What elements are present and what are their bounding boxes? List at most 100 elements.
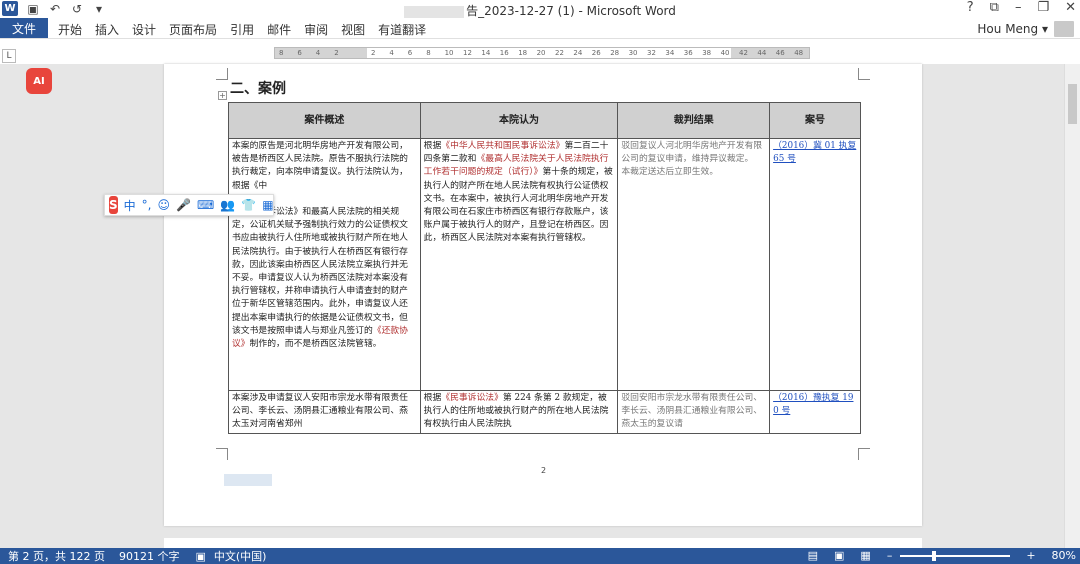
ruler-tick-label: 32: [647, 49, 656, 57]
microphone-icon[interactable]: 🎤: [176, 198, 191, 212]
case-summary-cell[interactable]: 本案的原告是河北明华房地产开发有限公司，被告是桥西区人民法院。原告不服执行法院的…: [228, 138, 421, 391]
crop-mark: [216, 448, 228, 460]
ribbon-display-options-icon[interactable]: ⧉: [990, 0, 999, 15]
window-title: 告_2023-12-27 (1) - Microsoft Word: [0, 2, 1080, 19]
scrollbar-thumb[interactable]: [1068, 84, 1077, 124]
case-number-cell[interactable]: （2016）豫执复 190 号: [769, 390, 861, 434]
punctuation-toggle[interactable]: °,: [142, 198, 152, 212]
ruler-tick-label: 4: [315, 49, 321, 57]
skin-icon[interactable]: 👕: [241, 198, 256, 212]
tab-youdao-translate[interactable]: 有道翻译: [378, 21, 426, 38]
result-text: 驳回复议人河北明华房地产开发有限公司的复议申请，维持异议裁定。: [621, 141, 763, 165]
ai-assistant-icon[interactable]: AI: [26, 68, 52, 94]
page-count[interactable]: 第 2 页，共 122 页: [8, 548, 105, 564]
help-button[interactable]: ?: [967, 0, 974, 15]
ribbon-tab-list: 开始 插入 设计 页面布局 引用 邮件 审阅 视图 有道翻译: [58, 21, 439, 38]
language-indicator[interactable]: 中文(中国): [214, 548, 267, 564]
ruler-tick-label: 36: [683, 49, 693, 57]
print-layout-icon[interactable]: ▣: [834, 549, 844, 562]
ruler-tick-label: 8: [426, 49, 431, 57]
keyboard-icon[interactable]: ⌨: [197, 198, 214, 212]
column-header[interactable]: 裁判结果: [617, 102, 771, 139]
zoom-out-button[interactable]: –: [887, 549, 893, 562]
zoom-slider-knob[interactable]: [932, 550, 937, 561]
proofing-icon[interactable]: ▣: [195, 550, 205, 563]
zoom-in-button[interactable]: +: [1026, 549, 1035, 562]
tab-insert[interactable]: 插入: [95, 21, 119, 38]
ruler-tick-label: 12: [463, 49, 472, 57]
tab-view[interactable]: 视图: [341, 21, 365, 38]
ruler-tick-label: 16: [499, 49, 509, 57]
user-group-icon[interactable]: 👥: [220, 198, 235, 212]
judgment-result-cell[interactable]: 驳回复议人河北明华房地产开发有限公司的复议申请，维持异议裁定。本裁定送达后立即生…: [617, 138, 771, 391]
table-move-handle[interactable]: +: [218, 91, 227, 100]
window-controls: ? ⧉ – ❐ ✕: [967, 0, 1076, 15]
avatar[interactable]: [1054, 21, 1074, 37]
statute-reference: 《民事诉讼法》: [441, 393, 503, 403]
tab-references[interactable]: 引用: [230, 21, 254, 38]
column-header[interactable]: 案件概述: [228, 102, 421, 139]
table-header-row: 案件概述 本院认为 裁判结果 案号: [228, 102, 861, 139]
tab-file[interactable]: 文件: [0, 18, 48, 38]
ruler-tick-label: 28: [610, 49, 620, 57]
horizontal-ruler[interactable]: 8 6 4 2 2 4 6 8 10 12 14 16 18 20 22 24 26 28 30 32 34 36 38 40…: [274, 47, 810, 59]
ruler-tick-label: 40: [720, 49, 730, 57]
column-header[interactable]: 本院认为: [419, 102, 619, 139]
judgment-result-cell[interactable]: 驳回安阳市宗龙水带有限责任公司、李长云、汤阴县汇通粮业有限公司、燕太玉的复议请: [617, 390, 771, 434]
case-summary-cell[interactable]: 本案涉及申请复议人安阳市宗龙水带有限责任公司、李长云、汤阴县汇通粮业有限公司、燕…: [228, 390, 421, 434]
crop-mark: [858, 68, 870, 80]
close-button[interactable]: ✕: [1065, 0, 1076, 15]
ruler-tick-label: 22: [555, 49, 564, 57]
table-row: 本案的原告是河北明华房地产开发有限公司，被告是桥西区人民法院。原告不服执行法院的…: [228, 138, 861, 391]
tab-selector-button[interactable]: L: [2, 49, 16, 63]
user-account[interactable]: Hou Meng ▾: [977, 21, 1074, 37]
court-opinion-cell[interactable]: 根据《民事诉讼法》第 224 条第 2 款规定，被执行人的住所地或被执行财产的所…: [419, 390, 619, 434]
case-summary-text: 本案涉及申请复议人安阳市宗龙水带有限责任公司、李长云、汤阴县汇通粮业有限公司、燕…: [232, 393, 408, 430]
court-opinion-cell[interactable]: 根据《中华人民共和国民事诉讼法》第二百二十四条第二款和《最高人民法院关于人民法院…: [419, 138, 619, 391]
redacted-region: [224, 474, 272, 486]
ruler-tick-label: 38: [702, 49, 712, 57]
ruler-left-margin: [275, 48, 367, 58]
ruler-tick-label: 8: [279, 49, 284, 57]
minimize-button[interactable]: –: [1015, 0, 1022, 15]
case-number-link[interactable]: （2016）冀 01 执复 65 号: [773, 141, 856, 164]
case-number-link[interactable]: （2016）豫执复 190 号: [773, 393, 853, 416]
status-right: ▤ ▣ ▦ – + 80%: [800, 549, 1076, 562]
ruler-tick-label: 6: [407, 49, 413, 57]
toolbox-icon[interactable]: ▦: [262, 198, 273, 212]
document-title: 告_2023-12-27 (1) - Microsoft Word: [466, 4, 676, 18]
vertical-scrollbar[interactable]: [1064, 64, 1080, 548]
ruler-tick-label: 14: [481, 49, 491, 57]
case-number-cell[interactable]: （2016）冀 01 执复 65 号: [769, 138, 861, 391]
zoom-slider[interactable]: [900, 550, 1011, 561]
ruler-tick-label: 18: [518, 49, 528, 57]
ruler-tick-label: 34: [665, 49, 675, 57]
emoji-icon[interactable]: ☺: [158, 198, 171, 212]
column-header[interactable]: 案号: [769, 102, 861, 139]
ime-toolbar[interactable]: S 中 °, ☺ 🎤 ⌨ 👥 👕 ▦: [104, 194, 274, 216]
page-number: 2: [541, 466, 547, 475]
ruler-tick-label: 10: [444, 49, 454, 57]
tab-home[interactable]: 开始: [58, 21, 82, 38]
read-mode-icon[interactable]: ▤: [808, 549, 818, 562]
tab-mailings[interactable]: 邮件: [267, 21, 291, 38]
restore-button[interactable]: ❐: [1037, 0, 1049, 15]
sogou-logo-icon[interactable]: S: [109, 196, 118, 214]
ribbon-tabs: 文件 开始 插入 设计 页面布局 引用 邮件 审阅 视图 有道翻译 Hou Me…: [0, 18, 1080, 38]
case-summary-text: 本案的原告是河北明华房地产开发有限公司，被告是桥西区人民法院。原告不服执行法院的…: [232, 141, 408, 191]
result-text: 本裁定送达后立即生效。: [621, 167, 719, 178]
chinese-mode-toggle[interactable]: 中: [124, 197, 136, 214]
tab-design[interactable]: 设计: [132, 21, 156, 38]
user-name[interactable]: Hou Meng ▾: [977, 22, 1048, 36]
ruler-tick-label: 4: [389, 49, 394, 57]
tab-review[interactable]: 审阅: [304, 21, 328, 38]
web-layout-icon[interactable]: ▦: [860, 549, 870, 562]
crop-mark: [858, 448, 870, 460]
document-page[interactable]: 二、案例 + 案件概述 本院认为 裁判结果 案号 本案的原告是河北明华房地产开发…: [164, 64, 922, 526]
redacted-title-part: [404, 5, 465, 18]
ruler-tick-label: 6: [297, 49, 302, 57]
ruler-area: L 8 6 4 2 2 4 6 8 10 12 14 16 18 20 22 24 26 28 30 32 34 36 38…: [0, 38, 1080, 64]
tab-page-layout[interactable]: 页面布局: [169, 21, 217, 38]
zoom-level[interactable]: 80%: [1052, 549, 1076, 562]
word-count[interactable]: 90121 个字: [119, 548, 180, 564]
